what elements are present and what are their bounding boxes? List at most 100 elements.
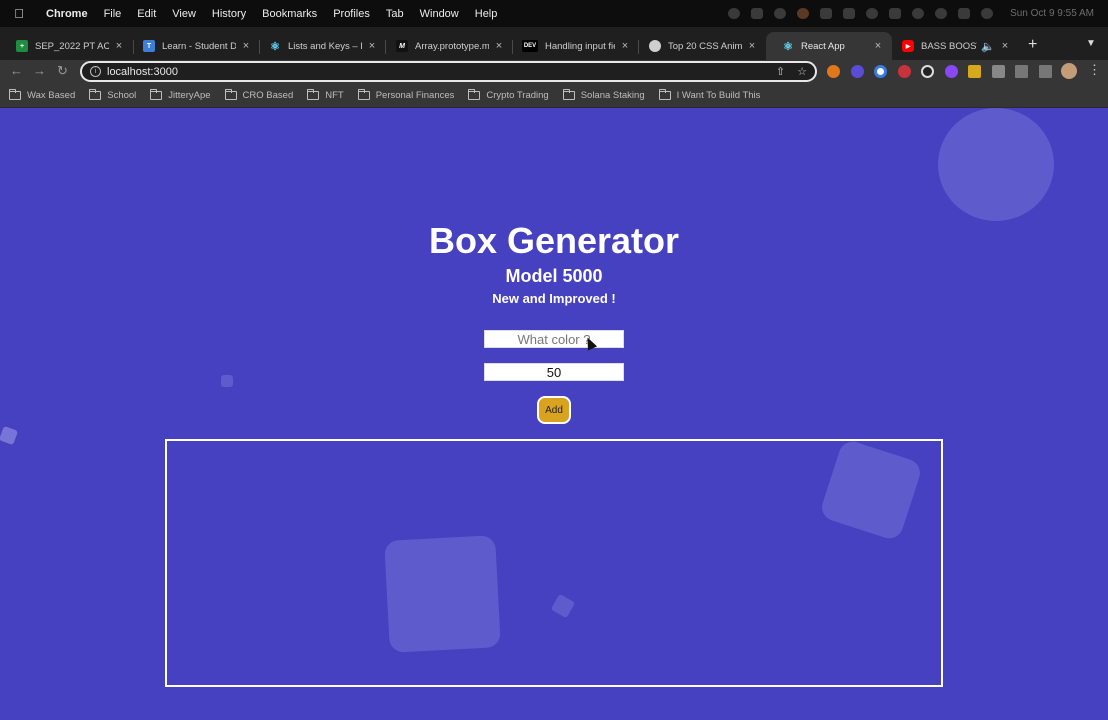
tab-close-icon[interactable]: × [113, 40, 125, 52]
share-icon[interactable]: ⇧ [776, 65, 785, 78]
bolt-extension-icon[interactable] [945, 65, 958, 78]
tab-close-icon[interactable]: × [240, 40, 252, 52]
folder-icon [658, 89, 671, 100]
tab-close-icon[interactable]: × [872, 40, 884, 52]
ghost-extension-icon[interactable] [851, 65, 864, 78]
bookmark-label: JitteryApe [168, 90, 211, 101]
react-icon: ⚛ [270, 40, 280, 53]
new-tab-plus-icon[interactable]: + [1028, 36, 1037, 54]
profile-avatar[interactable] [1061, 63, 1077, 79]
chrome-menu-icon[interactable]: ⋮ [1088, 62, 1101, 78]
bookmark-folder-crypto-trading[interactable]: Crypto Trading [468, 89, 549, 101]
bookmark-folder-i-want-to-build-this[interactable]: I Want To Build This [658, 89, 760, 101]
bookmark-label: Crypto Trading [486, 90, 549, 101]
menu-file[interactable]: File [96, 8, 130, 20]
bookmark-label: NFT [325, 90, 344, 101]
tab-close-icon[interactable]: × [999, 40, 1011, 52]
record-icon[interactable] [728, 8, 741, 19]
bookmark-folder-personal-finances[interactable]: Personal Finances [357, 89, 454, 101]
menu-help[interactable]: Help [467, 8, 506, 20]
browser-tab-sheets[interactable]: + SEP_2022 PT ACC × [0, 32, 133, 60]
menu-edit[interactable]: Edit [129, 8, 164, 20]
battery-icon[interactable] [889, 8, 902, 19]
apple-menu-icon[interactable]:  [0, 6, 38, 21]
tab-close-icon[interactable]: × [619, 40, 631, 52]
bookmark-label: CRO Based [242, 90, 294, 101]
bookmark-folder-wax-based[interactable]: Wax Based [9, 89, 76, 101]
size-input[interactable] [484, 363, 624, 381]
address-bar-url: localhost:3000 [107, 65, 178, 78]
menu-tab[interactable]: Tab [378, 8, 412, 20]
folder-icon [307, 89, 320, 100]
reload-icon[interactable]: ↻ [57, 63, 68, 79]
learn-icon: T [143, 40, 155, 52]
menu-bar-status-area: Sun Oct 9 9:55 AM [728, 0, 1108, 27]
address-bar[interactable]: i localhost:3000 ⇧ ☆ [80, 61, 817, 82]
menu-window[interactable]: Window [412, 8, 467, 20]
forward-arrow-icon[interactable]: → [33, 63, 46, 78]
menu-app-name[interactable]: Chrome [38, 8, 96, 20]
menu-view[interactable]: View [164, 8, 204, 20]
app-status-icon[interactable] [797, 8, 810, 19]
folder-icon [224, 89, 237, 100]
display-icon[interactable] [843, 8, 856, 19]
back-arrow-icon[interactable]: ← [10, 63, 23, 78]
wallet-extension-icon[interactable] [874, 65, 887, 78]
tab-title: BASS BOOSTE [921, 40, 977, 52]
background-bubble [938, 108, 1054, 221]
color-input[interactable] [484, 330, 624, 348]
spotlight-search-icon[interactable] [935, 8, 948, 19]
reading-list-icon[interactable] [1015, 65, 1028, 78]
speaker-icon[interactable]: 🔈 [981, 40, 995, 53]
browser-tab-bass-boosted[interactable]: ▶ BASS BOOSTE 🔈 × [886, 32, 1019, 60]
siri-icon[interactable] [981, 8, 994, 19]
browser-tab-array-prototype[interactable]: M Array.prototype.m × [380, 32, 513, 60]
globe-icon [649, 40, 661, 52]
wifi-icon[interactable] [912, 8, 925, 19]
bookmark-folder-school[interactable]: School [89, 89, 137, 101]
react-icon: ⚛ [783, 40, 793, 53]
youtube-icon: ▶ [902, 40, 914, 52]
browser-tab-css-animations[interactable]: Top 20 CSS Anima × [633, 32, 766, 60]
bookmark-folder-jitteryape[interactable]: JitteryApe [150, 89, 211, 101]
bookmark-label: School [107, 90, 137, 101]
browser-tab-lists-and-keys[interactable]: ⚛ Lists and Keys – Re × [253, 32, 386, 60]
tab-title: Learn - Student Da [162, 40, 236, 52]
macos-menu-bar:  Chrome File Edit View History Bookmark… [0, 0, 1108, 27]
menu-bar-clock[interactable]: Sun Oct 9 9:55 AM [1010, 8, 1094, 19]
menu-history[interactable]: History [204, 8, 254, 20]
bookmark-folder-solana-staking[interactable]: Solana Staking [562, 89, 645, 101]
tab-close-icon[interactable]: × [746, 40, 758, 52]
add-box-button[interactable]: Add [537, 396, 571, 424]
metamask-extension-icon[interactable] [827, 65, 840, 78]
pen-extension-icon[interactable] [968, 65, 981, 78]
key-extension-icon[interactable] [898, 65, 911, 78]
browser-tab-handling-input[interactable]: DEV Handling input field × [506, 32, 639, 60]
folder-icon [9, 89, 21, 100]
bookmark-folder-nft[interactable]: NFT [307, 89, 344, 101]
extensions-puzzle-icon[interactable] [992, 65, 1005, 78]
tab-search-chevron-icon[interactable]: ▼ [1086, 38, 1096, 49]
site-info-icon[interactable]: i [90, 66, 101, 77]
menu-profiles[interactable]: Profiles [325, 8, 378, 20]
phantom-extension-icon[interactable] [921, 65, 934, 78]
control-center-icon[interactable] [958, 8, 971, 19]
tab-close-icon[interactable]: × [493, 40, 505, 52]
browser-tab-learn[interactable]: T Learn - Student Da × [127, 32, 260, 60]
bookmark-star-icon[interactable]: ☆ [797, 65, 807, 78]
background-bubble [0, 425, 19, 446]
screen-icon[interactable] [751, 8, 764, 19]
tab-title: React App [801, 40, 845, 52]
vpn-icon[interactable] [774, 8, 787, 19]
mdn-icon: M [396, 40, 408, 52]
tools-icon[interactable] [820, 8, 833, 19]
tab-close-icon[interactable]: × [366, 40, 378, 52]
page-tagline: New and Improved ! [492, 291, 616, 306]
play-icon[interactable] [866, 8, 879, 19]
menu-bookmarks[interactable]: Bookmarks [254, 8, 325, 20]
side-panel-icon[interactable] [1039, 65, 1052, 78]
folder-icon [562, 89, 575, 100]
browser-tab-react-app[interactable]: ⚛ React App × [766, 32, 892, 60]
bookmark-label: Wax Based [27, 90, 76, 101]
bookmark-folder-cro-based[interactable]: CRO Based [224, 89, 294, 101]
